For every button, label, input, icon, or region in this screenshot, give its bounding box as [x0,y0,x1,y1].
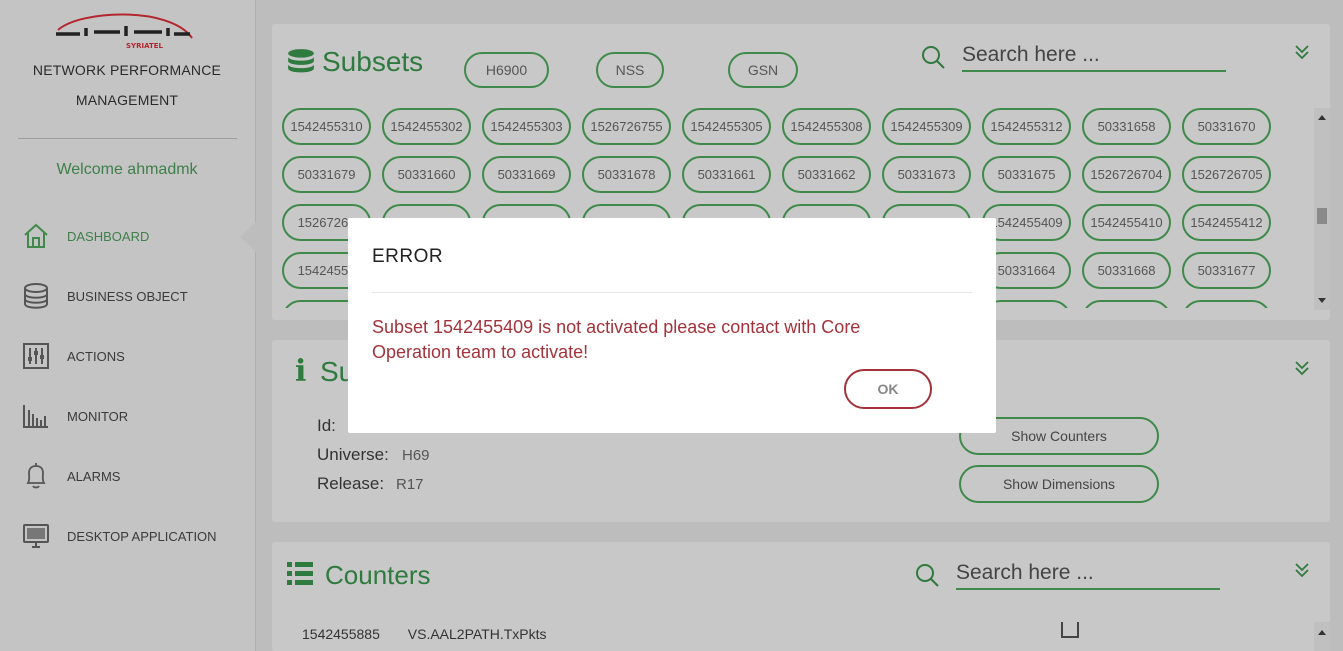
filter-gsn[interactable]: GSN [728,52,798,88]
filter-h6900[interactable]: H6900 [464,52,549,88]
sidebar: SYRIATEL NETWORK PERFORMANCE MANAGEMENT … [0,0,256,651]
info-icon: i [295,354,307,389]
monitor-icon [23,524,49,548]
scroll-up-arrow[interactable] [1318,115,1326,120]
subset-chip[interactable]: 50331678 [582,156,671,193]
brand-title-line2: MANAGEMENT [75,92,179,108]
subsets-scrollbar[interactable] [1314,108,1330,310]
subset-chip[interactable]: 50331670 [1182,108,1271,145]
subset-chip[interactable]: 50331675 [982,156,1071,193]
subset-chip[interactable]: 50331677 [1182,252,1271,289]
subset-chip[interactable]: 50331668 [1082,252,1171,289]
counters-search-input[interactable] [956,558,1220,590]
sidebar-item-label: BUSINESS OBJECT [67,288,188,304]
subset-chip[interactable]: 1542455410 [1082,204,1171,241]
brand-title-line1: NETWORK PERFORMANCE [32,62,222,78]
sidebar-item-business-object[interactable]: BUSINESS OBJECT [0,276,254,316]
sidebar-item-monitor[interactable]: MONITOR [0,396,254,436]
sidebar-item-desktop-application[interactable]: DESKTOP APPLICATION [0,516,254,556]
dialog-divider [372,292,972,293]
scroll-thumb[interactable] [1317,208,1327,224]
subset-chip[interactable]: 50331658 [1082,108,1171,145]
home-icon [24,223,48,248]
scroll-down-arrow[interactable] [1318,298,1326,303]
subset-chip[interactable]: 1542455305 [682,108,771,145]
welcome-text: Welcome ahmadmk [56,161,198,178]
error-message: Subset 1542455409 is not activated pleas… [372,317,861,362]
subset-chip[interactable]: 1526726755 [582,108,671,145]
ok-button[interactable]: OK [844,369,932,409]
sidebar-item-label: DASHBOARD [67,228,150,244]
subset-chip[interactable]: 50331679 [282,156,371,193]
subset-chip[interactable]: 50331660 [382,156,471,193]
subset-chip[interactable]: 1526726704 [1082,156,1171,193]
sidebar-item-actions[interactable]: ACTIONS [0,336,254,376]
release-label: Release: [317,474,385,493]
sidebar-item-label: MONITOR [67,408,129,424]
subset-chip[interactable]: 1542455302 [382,108,471,145]
subset-chip[interactable] [1082,300,1171,308]
sidebar-item-alarms[interactable]: ALARMS [0,456,254,496]
counter-row[interactable]: 1542455885 VS.AAL2PATH.TxPkts [302,626,547,642]
counters-scrollbar[interactable] [1314,622,1330,651]
subsets-title: Subsets [322,46,424,77]
subset-chip[interactable]: 1542455308 [782,108,871,145]
universe-value: H69 [402,447,430,464]
counter-checkbox[interactable] [1061,622,1079,638]
active-indicator [240,222,256,252]
database-icon [24,283,48,309]
subset-chip[interactable]: 1542455412 [1182,204,1271,241]
subsets-search-input[interactable] [962,40,1226,72]
counter-id: 1542455885 [302,626,380,642]
svg-text:SYRIATEL: SYRIATEL [126,42,164,50]
sidebar-item-dashboard[interactable]: DASHBOARD [0,216,254,256]
chevron-down-icon[interactable] [1294,360,1310,376]
sidebar-item-label: ACTIONS [67,348,125,364]
show-dimensions-button[interactable]: Show Dimensions [959,465,1159,503]
filter-nss[interactable]: NSS [596,52,664,88]
sliders-icon [23,343,49,369]
subset-chip[interactable]: 50331662 [782,156,871,193]
subset-chip[interactable]: 50331673 [882,156,971,193]
counters-panel: Counters 1542455885 VS.AAL2PATH.TxPkts [272,542,1330,651]
release-value: R17 [396,476,424,493]
counter-name: VS.AAL2PATH.TxPkts [407,626,547,642]
sidebar-item-label: DESKTOP APPLICATION [67,528,217,544]
chevron-down-icon[interactable] [1294,44,1310,60]
scroll-up-arrow[interactable] [1318,630,1326,635]
subset-chip[interactable]: 50331669 [482,156,571,193]
bar-chart-icon [23,405,48,428]
subset-chip[interactable]: 1526726705 [1182,156,1271,193]
universe-label: Universe: [317,445,389,464]
bell-icon [26,463,46,489]
list-icon [287,562,313,585]
sidebar-divider [18,138,237,139]
syriatel-logo: SYRIATEL [56,13,193,50]
subset-chip[interactable]: 1542455310 [282,108,371,145]
search-icon[interactable] [920,44,946,70]
subsets-search [920,40,1230,76]
subset-chip[interactable] [1182,300,1271,308]
sidebar-item-label: ALARMS [67,468,121,484]
counters-title: Counters [325,560,431,590]
id-label: Id: [317,416,336,435]
subset-chip[interactable]: 1542455309 [882,108,971,145]
counters-search [914,558,1224,594]
subset-chip[interactable]: 50331661 [682,156,771,193]
database-icon [288,49,314,73]
subset-chip[interactable]: 1542455303 [482,108,571,145]
dialog-title: ERROR [372,246,444,267]
error-dialog: ERROR Subset 1542455409 is not activated… [348,218,996,433]
search-icon[interactable] [914,562,940,588]
subset-chip[interactable]: 1542455312 [982,108,1071,145]
chevron-down-icon[interactable] [1294,562,1310,578]
